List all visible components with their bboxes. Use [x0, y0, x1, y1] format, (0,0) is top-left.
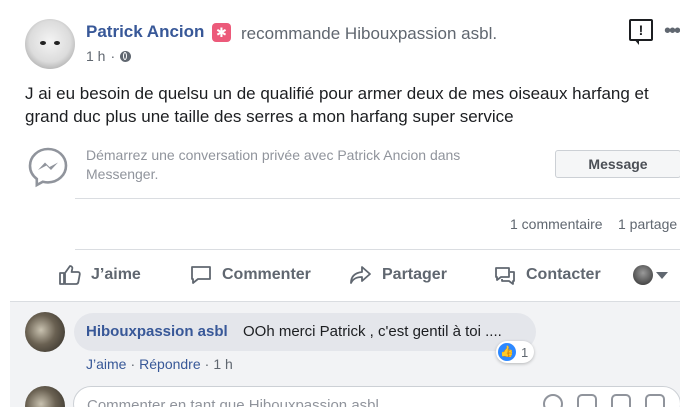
post-time[interactable]: 1 h [86, 48, 105, 64]
comment-count[interactable]: 1 commentaire [510, 216, 603, 232]
emoji-icon[interactable] [543, 394, 563, 407]
comment-author[interactable]: Hibouxpassion asbl [86, 323, 228, 340]
globe-icon[interactable] [120, 50, 132, 62]
chevron-down-icon[interactable] [656, 272, 668, 279]
recommendation-post: Patrick Ancion ✱ recommande Hibouxpassio… [0, 0, 680, 407]
message-button[interactable]: Message [555, 150, 680, 178]
page-selector-avatar[interactable] [633, 265, 653, 285]
comment-button[interactable]: Commenter [189, 264, 311, 286]
messenger-icon [28, 147, 68, 188]
report-icon[interactable]: ! [629, 19, 653, 45]
comment-reaction-count[interactable]: 👍 1 [496, 341, 535, 363]
comment-actions: J’aime · Répondre · 1 h [86, 356, 233, 372]
recommends-text[interactable]: recommande Hibouxpassion asbl. [241, 24, 497, 44]
messenger-prompt: Démarrez une conversation privée avec Pa… [86, 147, 461, 182]
comment-input-placeholder: Commenter en tant que Hibouxpassion asbl [87, 397, 379, 407]
comment-label: Commenter [222, 266, 311, 283]
comment-reply-link[interactable]: Répondre [139, 356, 201, 372]
meta-separator: · [110, 48, 116, 64]
like-reaction-icon: 👍 [498, 343, 516, 361]
sticker-icon[interactable] [645, 394, 665, 407]
share-arrow-icon [350, 266, 371, 284]
like-button[interactable]: J’aime [58, 264, 141, 286]
gif-icon[interactable] [611, 394, 631, 407]
share-button[interactable]: Partager [349, 264, 447, 286]
share-count[interactable]: 1 partage [618, 216, 677, 232]
commenter-avatar[interactable] [25, 312, 65, 352]
contact-label: Contacter [526, 266, 601, 283]
author-avatar[interactable] [25, 19, 75, 69]
messenger-contact-icon [495, 267, 515, 285]
divider [75, 198, 680, 199]
recommendation-star-icon: ✱ [212, 23, 231, 42]
thumbs-up-icon [59, 265, 81, 285]
author-name[interactable]: Patrick Ancion [86, 22, 204, 42]
separator: · [204, 356, 210, 372]
separator: · [130, 356, 136, 372]
comment-like-link[interactable]: J’aime [86, 356, 126, 372]
comment-icon [191, 266, 211, 284]
divider [75, 249, 680, 250]
camera-icon[interactable] [577, 394, 597, 407]
reaction-count: 1 [521, 344, 529, 360]
share-label: Partager [382, 266, 447, 283]
more-options-icon[interactable]: ••• [664, 20, 680, 43]
comment-text: OOh merci Patrick , c'est gentil à toi .… [243, 323, 502, 340]
post-meta: 1 h · [86, 48, 132, 64]
contact-button[interactable]: Contacter [493, 264, 601, 286]
like-label: J’aime [91, 266, 141, 283]
comment-time[interactable]: 1 h [213, 356, 232, 372]
post-text: J ai eu besoin de quelsu un de qualifié … [25, 84, 649, 126]
